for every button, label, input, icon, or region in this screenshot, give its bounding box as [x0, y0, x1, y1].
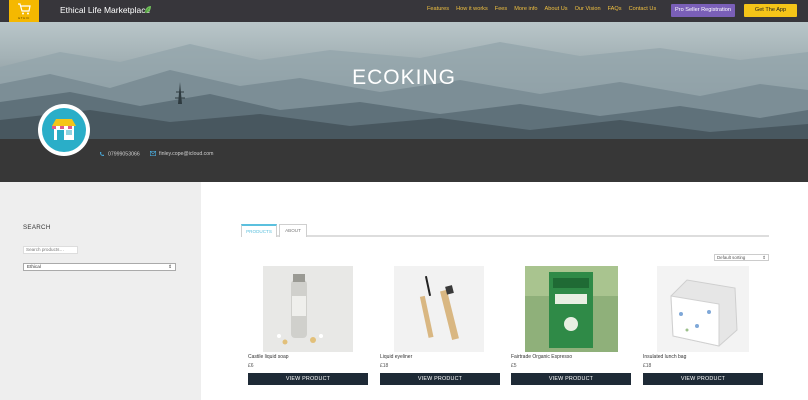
store-phone-text: 07999053066: [108, 151, 140, 158]
product-image-liquid-eyeliner[interactable]: [394, 266, 484, 352]
product-name[interactable]: Liquid eyeliner: [380, 354, 412, 360]
product-image-espresso[interactable]: [525, 266, 618, 352]
view-product-button[interactable]: VIEW PRODUCT: [380, 373, 500, 385]
product-image-lunch-bag[interactable]: [657, 266, 749, 352]
leaf-icon: [144, 6, 151, 14]
store-banner: ECOKING: [0, 22, 808, 139]
menu-item-more-info[interactable]: More info: [514, 6, 537, 12]
product-name[interactable]: Insulated lunch bag: [643, 354, 686, 360]
category-select-value: Ethical: [27, 264, 41, 269]
sort-select-value: Default sorting: [717, 255, 746, 260]
product-price: £18: [643, 363, 652, 369]
store-tabs: PRODUCTS ABOUT: [241, 224, 769, 237]
store-avatar[interactable]: [38, 104, 90, 156]
store-phone[interactable]: 07999053066: [99, 151, 140, 157]
view-product-button[interactable]: VIEW PRODUCT: [511, 373, 631, 385]
menu-item-how-it-works[interactable]: How it works: [456, 6, 488, 12]
select-arrows-icon: ⇕: [762, 255, 766, 260]
get-the-app-button[interactable]: Get The App: [744, 4, 797, 17]
menu-item-fees[interactable]: Fees: [495, 6, 507, 12]
top-navbar: ETHIC Ethical Life Marketplace Features …: [0, 0, 808, 22]
main-menu: Features How it works Fees More info Abo…: [427, 6, 663, 12]
cart-icon: [18, 3, 31, 15]
site-title[interactable]: Ethical Life Marketplace: [60, 5, 150, 15]
storefront-icon: [52, 119, 76, 140]
tab-about[interactable]: ABOUT: [279, 224, 307, 237]
view-product-button[interactable]: VIEW PRODUCT: [248, 373, 368, 385]
product-price: £5: [511, 363, 517, 369]
store-info-bar: [0, 139, 808, 182]
sidebar-search-title: SEARCH: [23, 224, 51, 231]
menu-item-features[interactable]: Features: [427, 6, 449, 12]
store-name-heading: ECOKING: [352, 66, 456, 89]
logo-text: ETHIC: [18, 16, 30, 20]
store-email[interactable]: finley.cope@icloud.com: [150, 151, 213, 157]
search-products-input[interactable]: Search products…: [23, 246, 78, 254]
phone-icon: [100, 152, 104, 156]
product-name[interactable]: Castile liquid soap: [248, 354, 289, 360]
category-select[interactable]: Ethical ⇕: [23, 263, 176, 271]
tab-products[interactable]: PRODUCTS: [241, 224, 277, 237]
menu-item-our-vision[interactable]: Our Vision: [575, 6, 601, 12]
product-price: £6: [248, 363, 254, 369]
view-product-button[interactable]: VIEW PRODUCT: [643, 373, 763, 385]
product-price: £18: [380, 363, 389, 369]
sidebar: SEARCH Search products… Ethical ⇕: [0, 182, 201, 400]
sort-select[interactable]: Default sorting ⇕: [714, 254, 769, 261]
product-image-castile-soap[interactable]: [263, 266, 353, 352]
product-name[interactable]: Fairtrade Organic Espresso: [511, 354, 572, 360]
menu-item-about-us[interactable]: About Us: [545, 6, 568, 12]
site-logo[interactable]: ETHIC: [9, 0, 39, 22]
menu-item-contact-us[interactable]: Contact Us: [629, 6, 657, 12]
menu-item-faqs[interactable]: FAQs: [608, 6, 622, 12]
envelope-icon: [150, 151, 157, 157]
pro-seller-registration-button[interactable]: Pro Seller Registration: [671, 4, 735, 17]
select-arrows-icon: ⇕: [168, 264, 172, 269]
store-email-text: finley.cope@icloud.com: [159, 151, 214, 157]
